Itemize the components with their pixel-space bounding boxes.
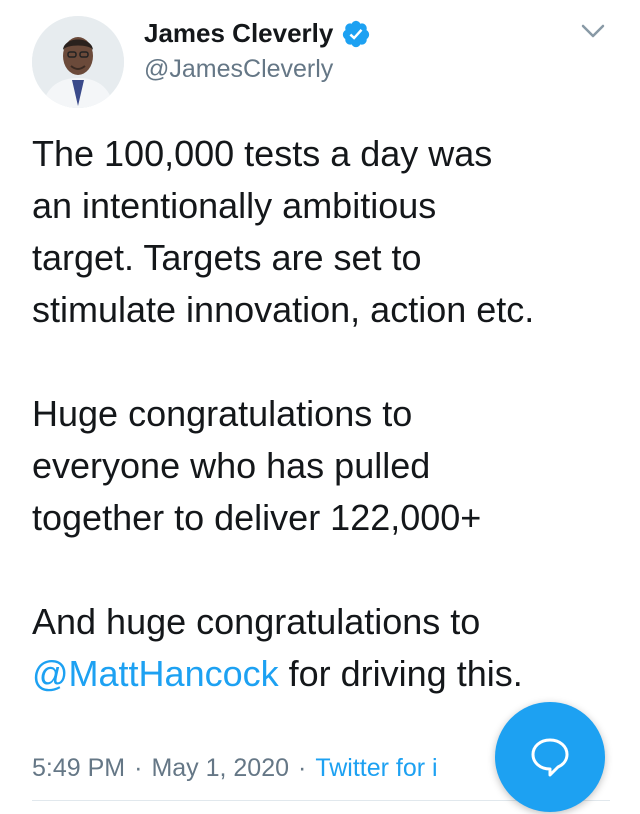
tweet-line: target. Targets are set to: [32, 237, 422, 278]
avatar-image: [32, 16, 124, 108]
mention-link[interactable]: @MattHancock: [32, 653, 279, 694]
tweet-line: stimulate innovation, action etc.: [32, 289, 535, 330]
tweet-line: an intentionally ambitious: [32, 185, 437, 226]
compose-button[interactable]: [495, 702, 605, 812]
meta-separator: ·: [134, 754, 143, 782]
tweet-line: Huge congratulations to: [32, 393, 413, 434]
tweet-body: The 100,000 tests a day was an intention…: [32, 128, 622, 700]
tweet-line: The 100,000 tests a day was: [32, 133, 493, 174]
tweet-paragraph-1: The 100,000 tests a day was an intention…: [32, 128, 622, 336]
tweet-metadata: 5:49 PM · May 1, 2020 · Twitter for i: [32, 748, 502, 788]
meta-separator: ·: [298, 754, 307, 782]
tweet-line: together to deliver 122,000+: [32, 497, 482, 538]
chevron-down-icon[interactable]: [578, 18, 608, 44]
verified-badge-icon: [343, 20, 370, 47]
speech-bubble-icon: [531, 738, 569, 777]
tweet-header: James Cleverly @JamesCleverly: [0, 0, 640, 120]
tweet-source-link[interactable]: Twitter for i: [315, 754, 437, 782]
tweet-date[interactable]: May 1, 2020: [151, 754, 289, 782]
tweet-line: everyone who has pulled: [32, 445, 431, 486]
tweet-line: And huge congratulations to: [32, 601, 481, 642]
tweet-line: for driving this.: [278, 653, 523, 694]
author-name-row[interactable]: James Cleverly: [144, 18, 371, 49]
tweet-paragraph-2: Huge congratulations to everyone who has…: [32, 388, 622, 544]
author-handle[interactable]: @JamesCleverly: [144, 55, 333, 84]
avatar[interactable]: [32, 16, 124, 108]
tweet-paragraph-3: And huge congratulations to @MattHancock…: [32, 596, 622, 700]
tweet-time[interactable]: 5:49 PM: [32, 754, 125, 782]
author-name[interactable]: James Cleverly: [144, 18, 333, 49]
